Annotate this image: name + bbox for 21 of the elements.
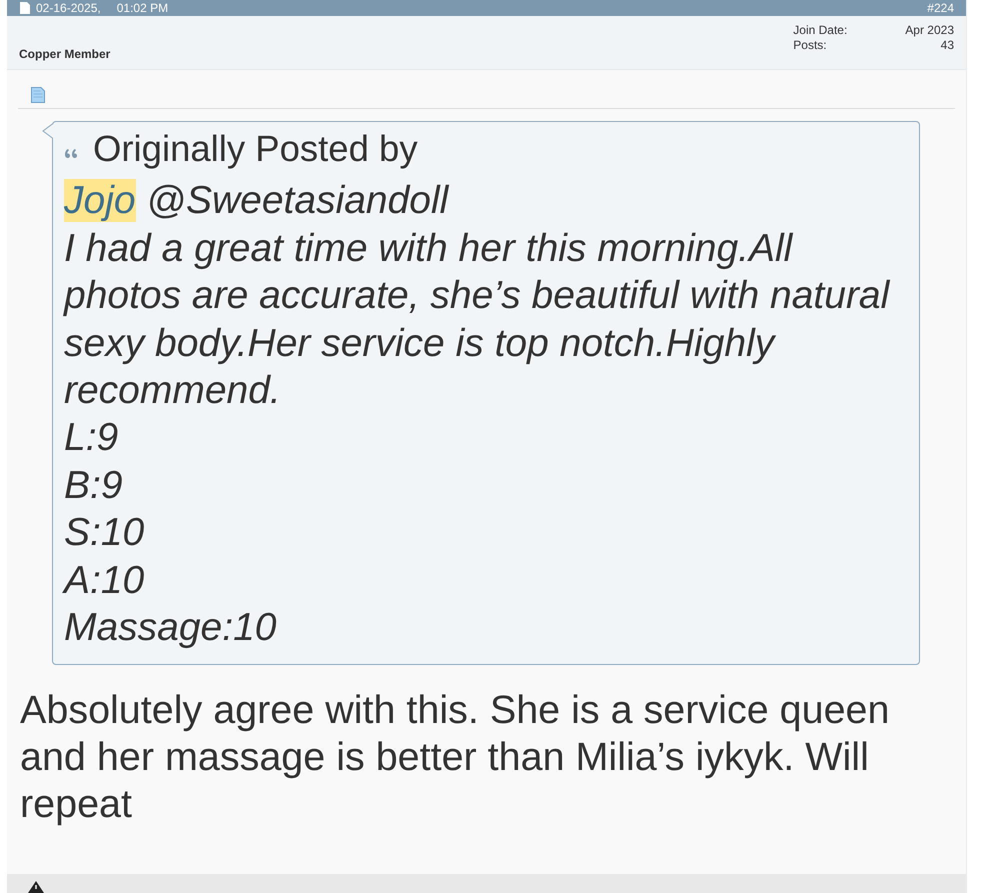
highlighted-name: Jojo	[64, 179, 136, 222]
rating-text: Massage:10	[64, 606, 276, 650]
stat-label: Posts:	[793, 38, 828, 53]
stat-value: Apr 2023	[905, 23, 954, 38]
quote-text: I had a great time with her this morning.All photos are accurate, she’s beautiful with natural sexy body.Her service is top notch.Highly recommend.	[64, 226, 892, 414]
document-icon	[20, 2, 30, 14]
username-text: @Sweetasiandoll	[146, 179, 448, 222]
post-number-link[interactable]: #224	[927, 0, 954, 16]
user-title: Copper Member	[19, 47, 110, 61]
quote-icon	[65, 149, 79, 158]
rating-text: A:10	[64, 558, 144, 602]
reply-text: Absolutely agree with this. She is a service queen and her massage is better than Milia’s iykyk. Will repeat	[20, 687, 890, 828]
rating-text: L:9	[64, 416, 118, 460]
rating-text: B:9	[64, 464, 123, 507]
quote-attribution: Originally Posted by	[93, 127, 418, 171]
stat-value: 43	[940, 38, 954, 53]
post-date: 02-16-2025,	[36, 0, 101, 16]
stat-label: Join Date:	[793, 23, 848, 38]
post-time: 01:02 PM	[116, 0, 168, 16]
document-icon	[30, 87, 46, 103]
rating-text: S:10	[64, 511, 144, 554]
